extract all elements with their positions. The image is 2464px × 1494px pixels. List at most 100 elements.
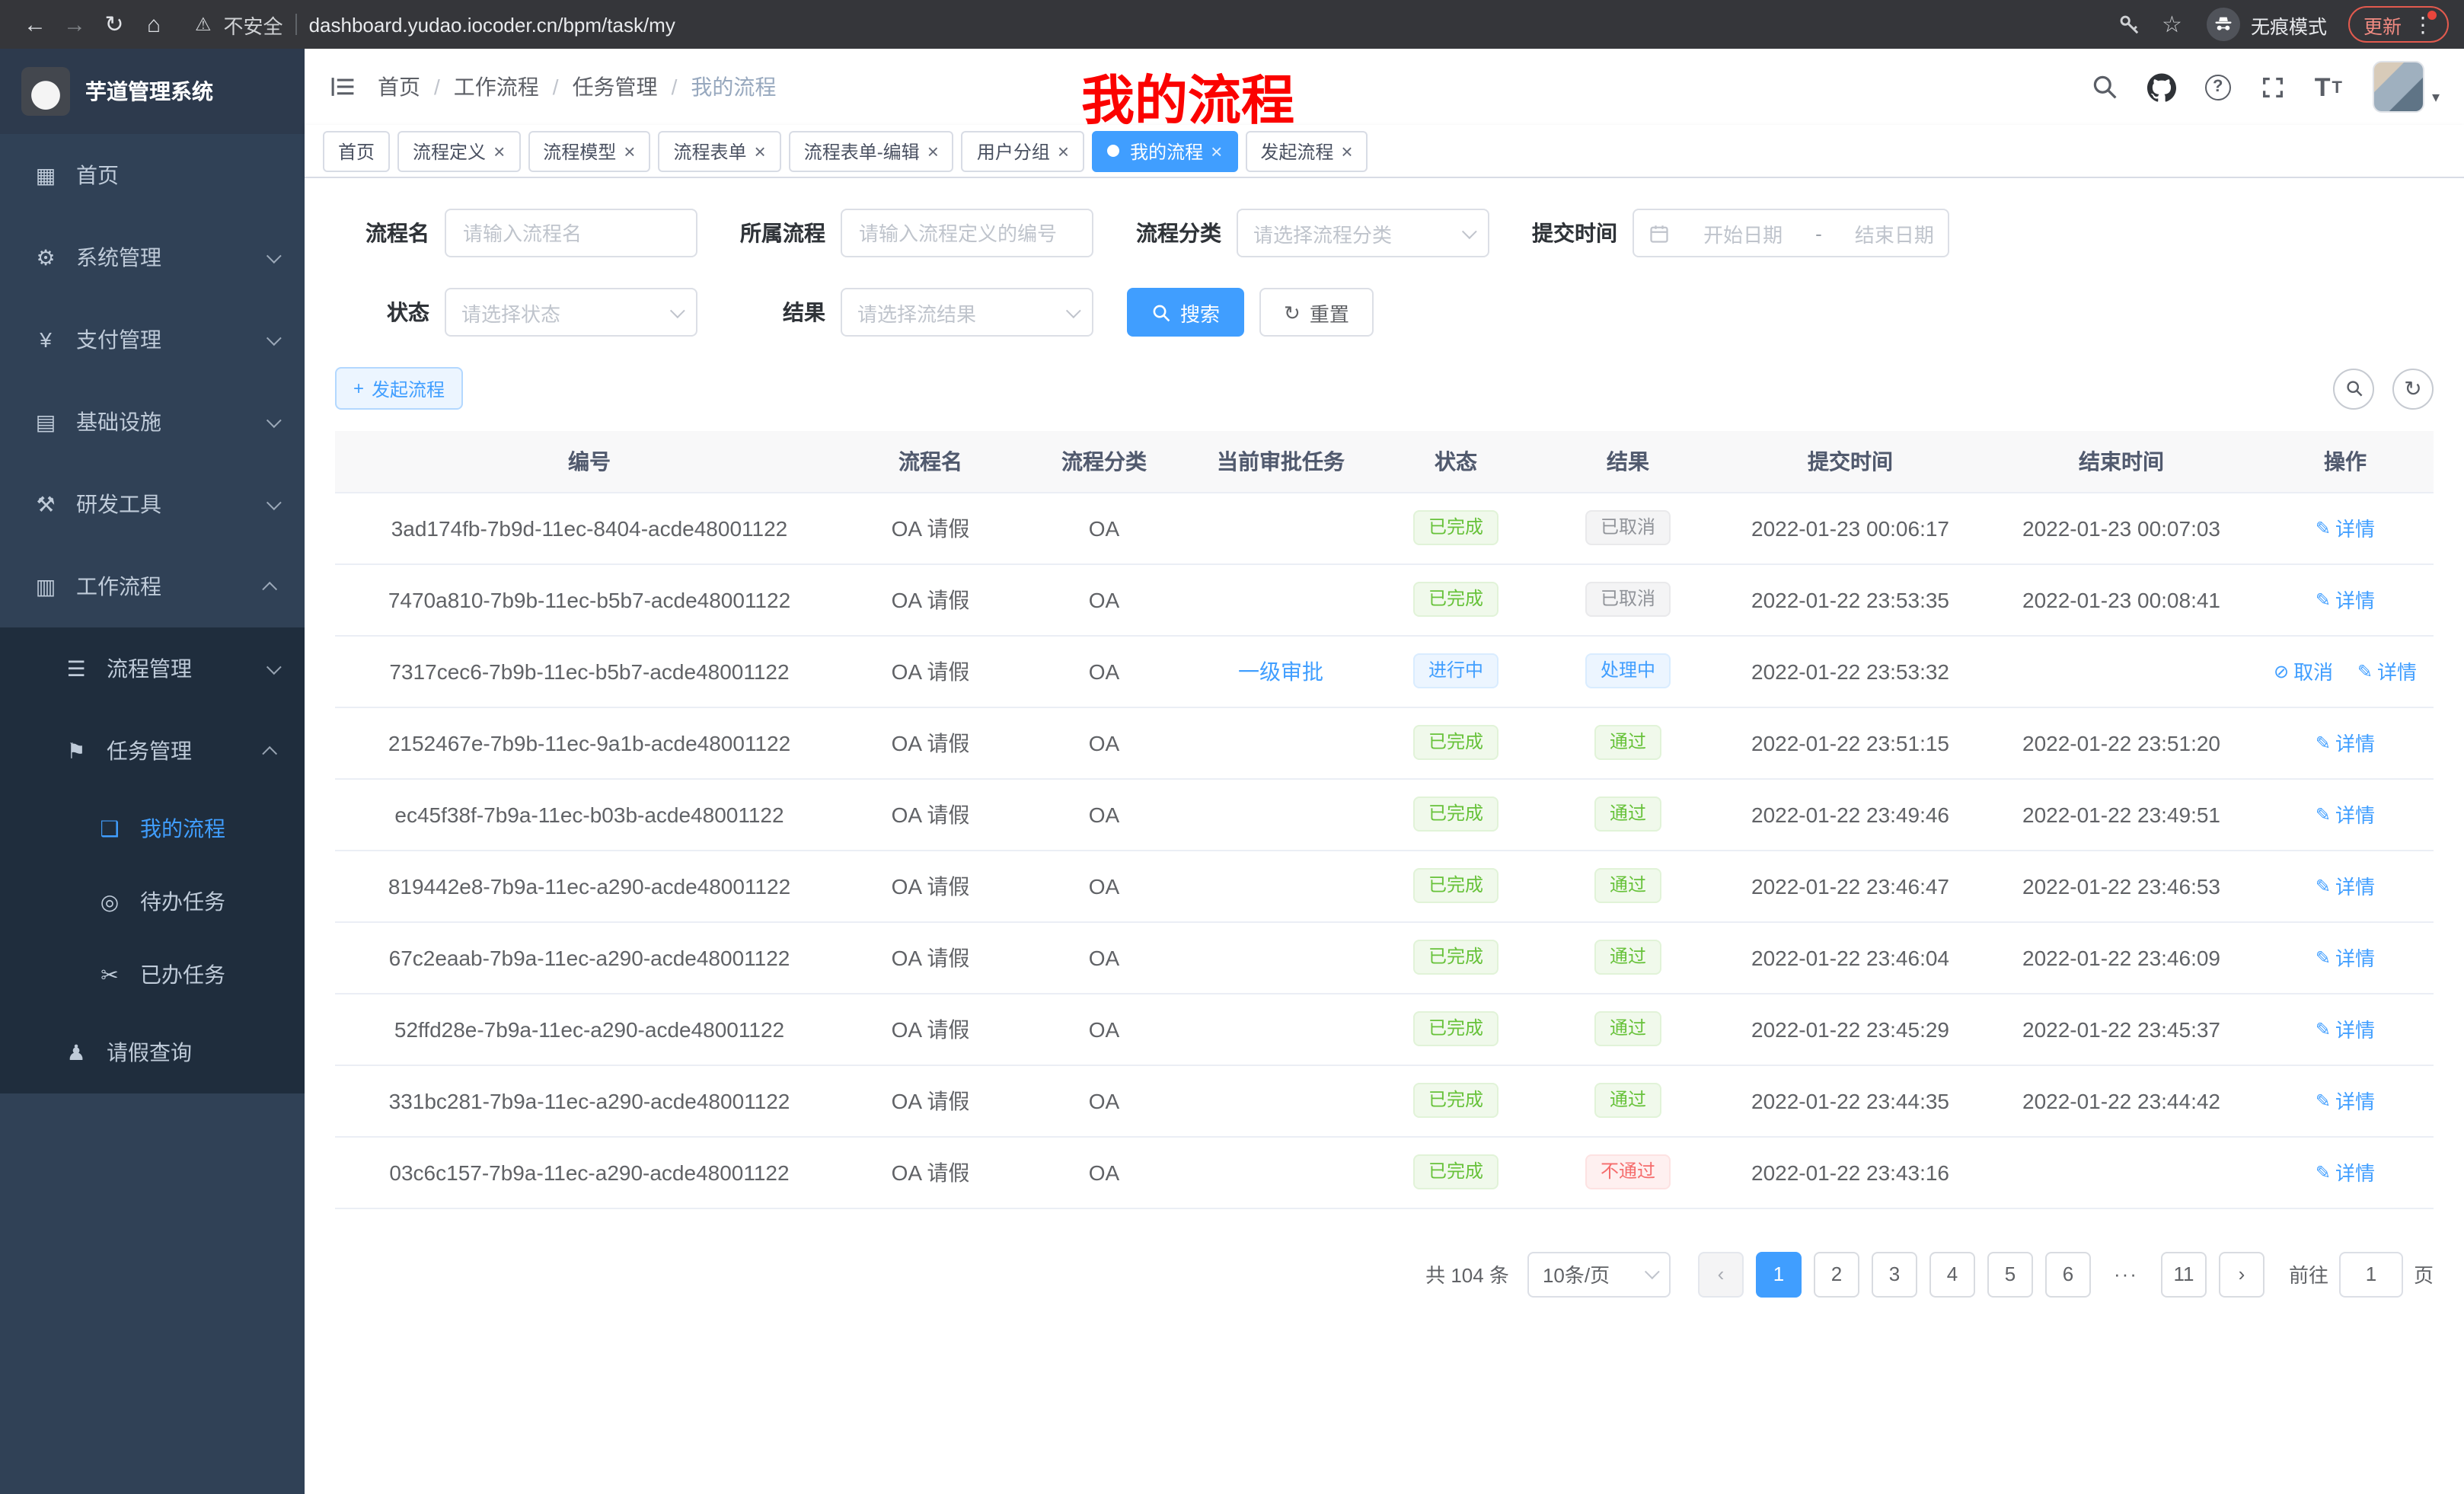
breadcrumb-item[interactable]: 工作流程 — [454, 72, 573, 102]
fullscreen-icon[interactable] — [2260, 74, 2286, 100]
chevron-down-icon — [1462, 223, 1477, 238]
sidebar-item[interactable]: ⚒ 研发工具 — [0, 463, 305, 545]
close-icon[interactable]: × — [1058, 141, 1069, 161]
user-menu[interactable]: ▾ — [2373, 61, 2440, 113]
detail-action[interactable]: ✎ 详情 — [2316, 585, 2375, 614]
page-size-select[interactable]: 10条/页 — [1527, 1251, 1671, 1297]
pagination-next-button[interactable]: › — [2219, 1251, 2265, 1297]
breadcrumb-item[interactable]: 任务管理 — [573, 72, 691, 102]
detail-action[interactable]: ✎ 详情 — [2316, 800, 2375, 828]
sidebar-item[interactable]: ¥ 支付管理 — [0, 298, 305, 381]
view-tab[interactable]: 首页 × — [323, 130, 390, 171]
detail-action[interactable]: ✎ 详情 — [2316, 1157, 2375, 1186]
sidebar-item[interactable]: ❑ 我的流程 — [0, 792, 305, 865]
cell-process-name: OA 请假 — [844, 635, 1017, 707]
bookmark-star-icon[interactable]: ☆ — [2162, 11, 2182, 38]
detail-action[interactable]: ✎ 详情 — [2316, 1014, 2375, 1043]
sidebar-item[interactable]: ☰ 流程管理 — [0, 627, 305, 710]
browser-reload-button[interactable]: ↻ — [94, 11, 134, 38]
cell-actions: ✎ 详情 — [2257, 778, 2434, 850]
cell-end-time — [1986, 1136, 2257, 1208]
start-process-button[interactable]: + 发起流程 — [335, 367, 463, 410]
sidebar-item[interactable]: ✂ 已办任务 — [0, 938, 305, 1011]
view-tab[interactable]: 用户分组 × — [962, 130, 1084, 171]
detail-action[interactable]: ✎ 详情 — [2316, 728, 2375, 757]
toggle-search-button[interactable] — [2333, 368, 2374, 409]
sidebar-item[interactable]: ⚙ 系统管理 — [0, 216, 305, 298]
search-button[interactable]: 搜索 — [1127, 288, 1244, 337]
sidebar-item[interactable]: ▦ 首页 — [0, 134, 305, 216]
view-tab[interactable]: 流程模型 × — [528, 130, 650, 171]
pagination-page-button[interactable]: 1 — [1756, 1251, 1802, 1297]
help-icon[interactable]: ? — [2205, 74, 2231, 100]
reset-button[interactable]: ↻ 重置 — [1259, 288, 1374, 337]
sidebar-item-label: 支付管理 — [76, 324, 161, 355]
view-tab[interactable]: 流程表单-编辑 × — [789, 130, 954, 171]
view-tab[interactable]: 我的流程 × — [1092, 130, 1237, 171]
action-label: 详情 — [2335, 585, 2375, 614]
cell-id: 3ad174fb-7b9d-11ec-8404-acde48001122 — [335, 492, 844, 563]
view-tab[interactable]: 发起流程 × — [1245, 130, 1368, 171]
process-def-input[interactable] — [841, 209, 1093, 257]
close-icon[interactable]: × — [624, 141, 635, 161]
close-icon[interactable]: × — [1341, 141, 1352, 161]
goto-page-input[interactable] — [2339, 1251, 2403, 1297]
pagination-page-button[interactable]: ··· — [2103, 1251, 2149, 1297]
pagination-page-button[interactable]: 5 — [1987, 1251, 2033, 1297]
cancel-action[interactable]: ⊘ 取消 — [2274, 656, 2333, 685]
browser-back-button[interactable]: ← — [15, 11, 55, 37]
update-button[interactable]: 更新 ⋮ — [2348, 6, 2449, 43]
pagination-page-button[interactable]: 3 — [1872, 1251, 1917, 1297]
font-size-icon[interactable]: TT — [2315, 74, 2344, 100]
cell-id: 03c6c157-7b9a-11ec-a290-acde48001122 — [335, 1136, 844, 1208]
result-select[interactable]: 请选择流结果 — [841, 288, 1093, 337]
cell-submit-time: 2022-01-22 23:43:16 — [1715, 1136, 1986, 1208]
refresh-table-button[interactable]: ↻ — [2392, 368, 2434, 409]
pagination-page-button[interactable]: 11 — [2161, 1251, 2207, 1297]
close-icon[interactable]: × — [493, 141, 505, 161]
sidebar-item[interactable]: ▤ 基础设施 — [0, 381, 305, 463]
status-tag: 已完成 — [1413, 510, 1499, 545]
action-label: 详情 — [2377, 656, 2417, 685]
detail-action[interactable]: ✎ 详情 — [2316, 871, 2375, 900]
status-select[interactable]: 请选择状态 — [445, 288, 697, 337]
close-icon[interactable]: × — [755, 141, 766, 161]
sidebar-item[interactable]: ⚑ 任务管理 — [0, 710, 305, 792]
detail-action[interactable]: ✎ 详情 — [2316, 513, 2375, 542]
pagination-page-button[interactable]: 2 — [1814, 1251, 1859, 1297]
pagination-prev-button[interactable]: ‹ — [1698, 1251, 1744, 1297]
search-icon[interactable] — [2091, 73, 2118, 101]
detail-action[interactable]: ✎ 详情 — [2316, 943, 2375, 972]
github-icon[interactable] — [2147, 72, 2176, 101]
process-name-input[interactable] — [445, 209, 697, 257]
task-link[interactable]: 一级审批 — [1238, 659, 1323, 683]
key-icon[interactable] — [2116, 12, 2140, 37]
security-label[interactable]: 不安全 — [224, 10, 283, 39]
page-size-value: 10条/页 — [1543, 1259, 1610, 1288]
cell-submit-time: 2022-01-22 23:45:29 — [1715, 993, 1986, 1065]
close-icon[interactable]: × — [1211, 141, 1222, 161]
avatar[interactable] — [2373, 61, 2424, 113]
pagination-page-button[interactable]: 4 — [1929, 1251, 1975, 1297]
detail-action[interactable]: ✎ 详情 — [2357, 656, 2417, 685]
sidebar-toggle-icon[interactable] — [329, 73, 356, 101]
view-tab[interactable]: 流程定义 × — [397, 130, 520, 171]
view-tab[interactable]: 流程表单 × — [658, 130, 780, 171]
detail-action[interactable]: ✎ 详情 — [2316, 1086, 2375, 1115]
date-range-picker[interactable]: 开始日期 - 结束日期 — [1633, 209, 1949, 257]
pagination-page-button[interactable]: 6 — [2045, 1251, 2091, 1297]
sidebar-item[interactable]: ▥ 工作流程 — [0, 545, 305, 627]
category-select[interactable]: 请选择流程分类 — [1237, 209, 1489, 257]
breadcrumb-item[interactable]: 首页 — [378, 72, 454, 102]
action-label: 取消 — [2293, 656, 2333, 685]
sidebar-item[interactable]: ♟ 请假查询 — [0, 1011, 305, 1093]
browser-forward-button[interactable]: → — [55, 11, 94, 37]
sidebar-item[interactable]: ◎ 待办任务 — [0, 865, 305, 938]
browser-home-button[interactable]: ⌂ — [134, 11, 174, 37]
url-text[interactable]: dashboard.yudao.iocoder.cn/bpm/task/my — [309, 13, 675, 36]
start-process-label: 发起流程 — [372, 375, 445, 401]
close-icon[interactable]: × — [927, 141, 939, 161]
tab-label: 我的流程 — [1130, 138, 1203, 164]
address-bar[interactable]: ⚠ 不安全 dashboard.yudao.iocoder.cn/bpm/tas… — [195, 10, 2095, 39]
cell-actions: ✎ 详情 — [2257, 707, 2434, 778]
